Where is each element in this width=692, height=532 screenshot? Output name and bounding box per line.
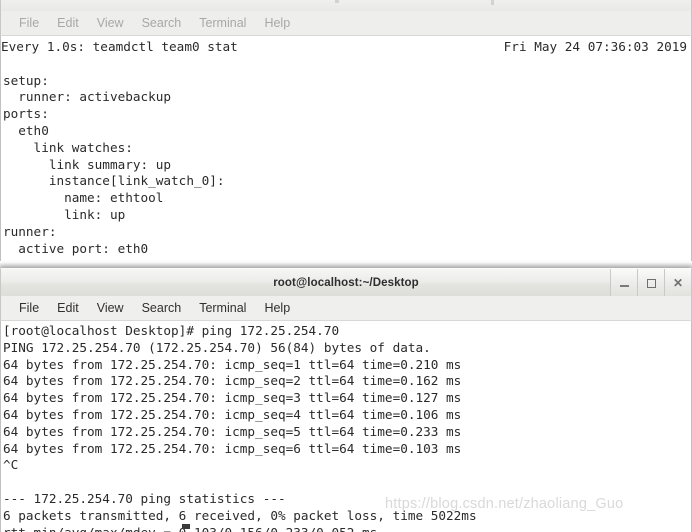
watch-output-line [1, 56, 691, 73]
ping-output-line: rtt min/avg/max/mdev = 0.103/0.156/0.233… [1, 525, 691, 532]
top-menu-terminal[interactable]: Terminal [190, 16, 255, 30]
terminal-window-watch[interactable]: File Edit View Search Terminal Help Ever… [0, 0, 692, 268]
top-menu-view[interactable]: View [88, 16, 133, 30]
top-window-titlebar[interactable] [0, 0, 692, 13]
top-window-menubar[interactable]: File Edit View Search Terminal Help [0, 11, 692, 36]
close-button[interactable]: ✕ [664, 269, 691, 297]
top-menu-help[interactable]: Help [255, 16, 299, 30]
minimize-button[interactable] [610, 269, 637, 297]
watch-command: Every 1.0s: teamdctl team0 stat [1, 39, 238, 54]
watch-output-line: setup: [3, 72, 49, 88]
watch-terminal-output[interactable]: Every 1.0s: teamdctl team0 stat Fri May … [0, 36, 692, 261]
window-controls[interactable]: ✕ [610, 269, 691, 297]
ping-terminal-output[interactable]: [root@localhost Desktop]# ping 172.25.25… [0, 321, 692, 532]
titlebar-ghost-mark-right [491, 0, 494, 5]
ping-output-line [1, 474, 691, 491]
maximize-button[interactable] [637, 269, 664, 297]
watch-output-line: link summary: up [3, 156, 172, 172]
watch-output-line: link: up [3, 206, 126, 222]
bottom-menu-edit[interactable]: Edit [48, 301, 88, 315]
desktop-screen: File Edit View Search Terminal Help Ever… [0, 0, 692, 532]
bottom-titlebar-surface[interactable]: root@localhost:~/Desktop ✕ [0, 268, 692, 298]
top-menu-file[interactable]: File [10, 16, 48, 30]
minimize-icon [619, 284, 629, 287]
watch-output-line: runner: [3, 223, 57, 239]
maximize-icon [646, 278, 656, 288]
ping-output-line: 64 bytes from 172.25.254.70: icmp_seq=2 … [3, 373, 462, 389]
watch-output-line: eth0 [3, 122, 49, 138]
watch-output-line: name: ethtool [3, 190, 164, 206]
ping-output-line: 64 bytes from 172.25.254.70: icmp_seq=5 … [3, 423, 462, 439]
bottom-window-menubar[interactable]: File Edit View Search Terminal Help [0, 296, 692, 321]
close-icon: ✕ [672, 276, 684, 290]
watch-output-line: link watches: [3, 139, 133, 155]
ping-output-line: PING 172.25.254.70 (172.25.254.70) 56(84… [3, 339, 431, 355]
watch-header-row: Every 1.0s: teamdctl team0 stat Fri May … [1, 39, 691, 56]
ping-output-line: [root@localhost Desktop]# ping 172.25.25… [3, 323, 340, 338]
ping-output-line: 6 packets transmitted, 6 received, 0% pa… [3, 507, 477, 523]
titlebar-ghost-mark-left [335, 0, 339, 3]
bottom-menu-help[interactable]: Help [255, 301, 299, 315]
top-menu-edit[interactable]: Edit [48, 16, 88, 30]
terminal-cursor [182, 524, 190, 529]
ping-output-line: 64 bytes from 172.25.254.70: icmp_seq=3 … [3, 390, 462, 406]
watch-output-line: runner: activebackup [3, 89, 172, 105]
watch-output-line: instance[link_watch_0]: [3, 173, 225, 189]
ping-output-line: ^C [3, 457, 19, 473]
bottom-menu-terminal[interactable]: Terminal [190, 301, 255, 315]
watch-datetime: Fri May 24 07:36:03 2019 [503, 39, 687, 54]
top-menu-search[interactable]: Search [133, 16, 191, 30]
bottom-window-titlebar[interactable]: root@localhost:~/Desktop ✕ [0, 268, 692, 298]
bottom-menu-file[interactable]: File [10, 301, 48, 315]
ping-output-line: 64 bytes from 172.25.254.70: icmp_seq=4 … [3, 406, 462, 422]
terminal-window-ping[interactable]: root@localhost:~/Desktop ✕ File Edit Vie… [0, 268, 692, 532]
ping-output-line: 64 bytes from 172.25.254.70: icmp_seq=1 … [3, 356, 462, 372]
watch-output-line: active port: eth0 [3, 240, 149, 256]
window-title: root@localhost:~/Desktop [273, 277, 419, 289]
bottom-menu-view[interactable]: View [88, 301, 133, 315]
ping-output-line: 64 bytes from 172.25.254.70: icmp_seq=6 … [3, 440, 462, 456]
ping-output-line: --- 172.25.254.70 ping statistics --- [3, 490, 286, 506]
watch-output-line: ports: [3, 106, 49, 122]
bottom-menu-search[interactable]: Search [133, 301, 191, 315]
